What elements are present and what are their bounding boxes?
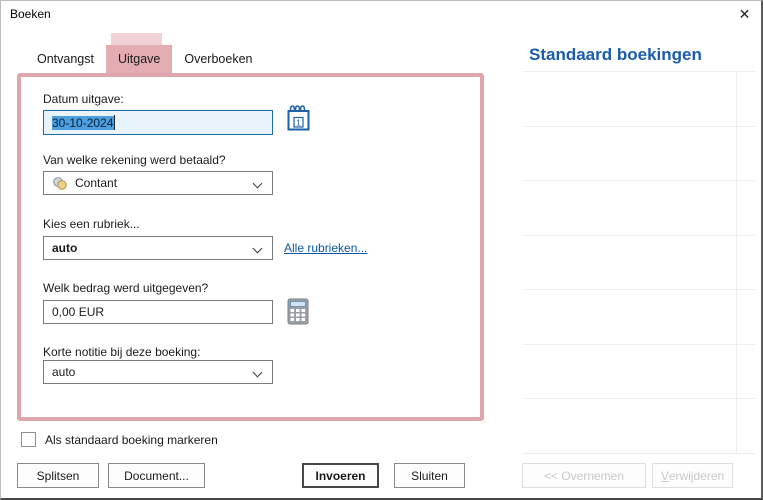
coins-icon <box>52 176 68 191</box>
note-label: Korte notitie bij deze boeking: <box>43 345 200 359</box>
account-value: Contant <box>75 176 117 190</box>
window-title: Boeken <box>10 7 51 21</box>
sluiten-button[interactable]: Sluiten <box>394 463 465 488</box>
list-column-divider <box>736 72 737 454</box>
category-value: auto <box>52 241 77 255</box>
amount-label: Welk bedrag werd uitgegeven? <box>43 281 208 295</box>
category-select[interactable]: auto <box>43 236 273 260</box>
text-caret <box>114 115 115 130</box>
invoeren-button[interactable]: Invoeren <box>302 463 379 488</box>
list-row <box>523 181 756 236</box>
verwijderen-button[interactable]: Verwijderen <box>652 463 733 488</box>
calculator-icon[interactable] <box>287 298 309 325</box>
close-button[interactable]: ✕ <box>727 1 762 28</box>
svg-text:1: 1 <box>296 118 301 128</box>
tab-overboeken[interactable]: Overboeken <box>172 45 264 73</box>
verwijderen-label-rest: erwijderen <box>669 469 724 483</box>
list-row <box>523 72 756 127</box>
list-row <box>523 127 756 182</box>
account-label: Van welke rekening werd betaald? <box>43 153 226 167</box>
tab-strip: Ontvangst Uitgave Overboeken <box>25 45 264 73</box>
splitsen-button[interactable]: Splitsen <box>17 463 99 488</box>
list-row <box>523 290 756 345</box>
standard-bookings-title: Standaard boekingen <box>529 45 702 65</box>
standard-booking-checkbox-label: Als standaard boeking markeren <box>45 433 218 447</box>
tab-uitgave[interactable]: Uitgave <box>106 45 172 73</box>
standard-booking-checkbox[interactable] <box>21 432 36 447</box>
standard-bookings-list[interactable] <box>523 71 756 454</box>
note-value: auto <box>52 365 75 379</box>
list-row <box>523 345 756 400</box>
chevron-down-icon <box>253 179 263 189</box>
amount-value: 0,00 EUR <box>52 305 104 319</box>
date-selected-text: 30-10-2024 <box>52 116 114 130</box>
all-categories-link[interactable]: Alle rubrieken... <box>284 241 367 255</box>
overnemen-button[interactable]: << Overnemen <box>522 463 646 488</box>
close-icon: ✕ <box>739 6 751 23</box>
date-input[interactable]: 30-10-2024 <box>43 110 273 135</box>
amount-input[interactable]: 0,00 EUR <box>43 300 273 324</box>
verwijderen-accesskey: V <box>661 469 669 483</box>
document-button[interactable]: Document... <box>108 463 205 488</box>
list-row <box>523 236 756 291</box>
calendar-icon[interactable]: 1 <box>287 104 310 132</box>
dialog-boeken: Boeken ✕ Ontvangst Uitgave Overboeken Da… <box>0 0 763 500</box>
list-row <box>523 399 756 454</box>
category-label: Kies een rubriek... <box>43 217 140 231</box>
tab-ontvangst[interactable]: Ontvangst <box>25 45 106 73</box>
date-label: Datum uitgave: <box>43 92 124 106</box>
note-select[interactable]: auto <box>43 360 273 384</box>
chevron-down-icon <box>253 244 263 254</box>
chevron-down-icon <box>253 368 263 378</box>
account-select[interactable]: Contant <box>43 171 273 195</box>
